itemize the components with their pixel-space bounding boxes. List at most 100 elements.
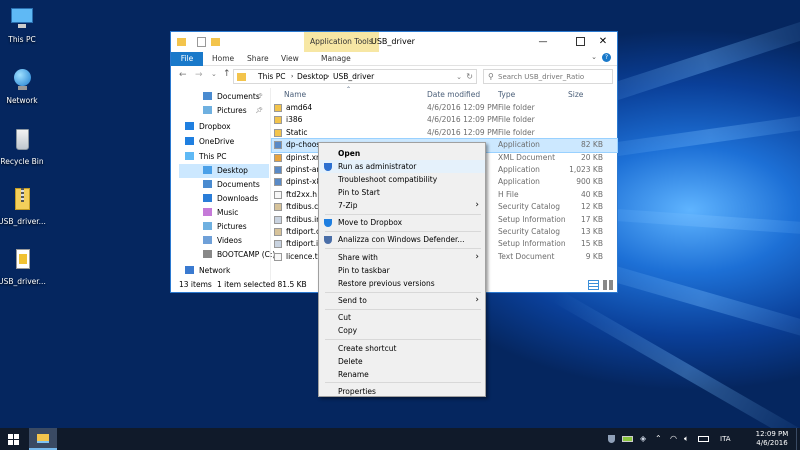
context-menu[interactable]: Open Run as administrator Troubleshoot com…	[318, 142, 486, 397]
desktop-icon-this-pc[interactable]: This PC	[0, 6, 50, 44]
menu-item[interactable]: Open	[319, 147, 485, 160]
menu-item[interactable]: Run as administrator	[319, 159, 485, 173]
desktop-icon-usb-driver-doc[interactable]: USB_driver...	[0, 248, 50, 286]
menu-item[interactable]: Pin to taskbar	[319, 264, 485, 277]
desktop-icon-network[interactable]: Network	[0, 67, 50, 105]
breadcrumb-usb-driver[interactable]: USB_driver	[333, 70, 374, 84]
nav-item[interactable]: Documents	[185, 178, 271, 192]
title-bar[interactable]: Application Tools USB_driver — ✕	[171, 32, 617, 52]
notifications-icon[interactable]	[796, 428, 800, 450]
wifi-icon[interactable]: ◠	[670, 428, 677, 450]
menu-item[interactable]: 7-Zip ›	[319, 199, 485, 212]
details-view-icon[interactable]	[588, 280, 599, 290]
battery-icon[interactable]	[622, 436, 633, 442]
chevron-down-icon[interactable]: ⌄	[591, 53, 597, 61]
menu-item[interactable]: Move to Dropbox	[319, 216, 485, 229]
chevron-up-icon[interactable]: ⌃	[655, 428, 662, 450]
nav-item[interactable]: Pictures 📌︎	[185, 104, 271, 118]
nav-item[interactable]: Desktop	[179, 164, 269, 178]
cell-type: Application	[498, 140, 540, 150]
tab-view[interactable]: View	[281, 52, 299, 66]
menu-item[interactable]: Properties	[319, 385, 485, 398]
file-row[interactable]: i386 4/6/2016 12:09 PM File folder	[272, 114, 617, 127]
windows-start-icon[interactable]	[8, 434, 19, 445]
maximize-button[interactable]	[576, 37, 585, 46]
clock[interactable]: 12:09 PM 4/6/2016	[752, 430, 792, 448]
breadcrumb-this-pc[interactable]: This PC	[258, 70, 285, 84]
help-icon[interactable]: ?	[602, 53, 611, 62]
column-size[interactable]: Size	[568, 88, 583, 101]
menu-item-label: Analizza con Windows Defender...	[338, 235, 465, 245]
tab-manage[interactable]: Manage	[321, 52, 351, 66]
menu-item[interactable]: Rename	[319, 368, 485, 381]
defender-tray-icon[interactable]	[608, 435, 615, 443]
address-dropdown-icon[interactable]: ⌄	[456, 70, 462, 84]
minimize-button[interactable]: —	[533, 32, 553, 52]
menu-item[interactable]: Restore previous versions	[319, 277, 485, 290]
tab-home[interactable]: Home	[212, 52, 234, 66]
file-icon	[274, 203, 282, 212]
column-type[interactable]: Type	[498, 88, 515, 101]
back-arrow-icon[interactable]: ←	[179, 70, 187, 80]
keyboard-icon[interactable]	[698, 436, 709, 442]
taskbar-explorer-button[interactable]	[29, 428, 57, 450]
menu-item[interactable]: Send to ›	[319, 294, 485, 307]
nav-item[interactable]: Pictures	[185, 220, 271, 234]
search-box[interactable]: ⚲ Search USB_driver_Ratio	[483, 69, 613, 84]
menu-item[interactable]: Analizza con Windows Defender...	[319, 233, 485, 246]
breadcrumb-desktop[interactable]: Desktop	[297, 70, 328, 84]
nav-item[interactable]: Documents 📌︎	[185, 90, 271, 104]
desktop-icon-usb-driver-zip[interactable]: USB_driver...	[0, 188, 50, 226]
nav-item[interactable]: Videos	[185, 234, 271, 248]
menu-item[interactable]: Cut	[319, 311, 485, 324]
file-icon	[274, 215, 282, 224]
navigation-bar: ← → ⌄ ↑ This PC › Desktop › USB_driver ⌄…	[171, 66, 617, 88]
file-icon	[274, 178, 282, 187]
column-name[interactable]: Name	[284, 88, 306, 101]
column-date[interactable]: Date modified	[427, 88, 480, 101]
language-indicator[interactable]: ITA	[720, 428, 731, 450]
menu-item[interactable]: Delete	[319, 355, 485, 368]
nav-item[interactable]: OneDrive	[185, 135, 271, 149]
forward-arrow-icon[interactable]: →	[195, 70, 203, 80]
menu-item[interactable]: Share with ›	[319, 251, 485, 264]
tab-share[interactable]: Share	[247, 52, 269, 66]
cell-type: Security Catalog	[498, 227, 560, 236]
new-folder-icon[interactable]	[211, 38, 220, 46]
refresh-icon[interactable]: ↻	[466, 70, 473, 84]
pin-icon[interactable]: 📌︎	[255, 90, 263, 104]
nav-item[interactable]: Music	[185, 206, 271, 220]
pin-icon[interactable]: 📌︎	[255, 104, 263, 118]
properties-icon[interactable]	[197, 37, 206, 47]
recycle-bin-icon	[8, 128, 36, 154]
clock-time: 12:09 PM	[755, 430, 789, 438]
up-arrow-icon[interactable]: ↑	[223, 69, 231, 79]
recent-dropdown-icon[interactable]: ⌄	[211, 70, 217, 78]
volume-icon[interactable]: 🔈︎	[684, 428, 689, 450]
menu-item-label: 7-Zip	[338, 200, 358, 210]
close-button[interactable]: ✕	[595, 32, 611, 52]
cell-name: Static	[286, 127, 308, 137]
large-icons-view-icon[interactable]	[603, 280, 613, 290]
file-row[interactable]: Static 4/6/2016 12:09 PM File folder	[272, 127, 617, 140]
menu-item[interactable]: Troubleshoot compatibility	[319, 173, 485, 186]
context-tab-label[interactable]: Application Tools	[304, 32, 379, 52]
nav-item[interactable]: Network	[185, 264, 271, 278]
window-title: USB_driver	[371, 37, 415, 46]
menu-item[interactable]: Pin to Start	[319, 186, 485, 199]
navigation-pane[interactable]: Documents 📌︎ Pictures 📌︎ Dropbox OneDrive This…	[171, 88, 275, 280]
nav-item[interactable]: This PC	[185, 150, 271, 164]
file-row[interactable]: amd64 4/6/2016 12:09 PM File folder	[272, 102, 617, 115]
nav-item[interactable]: BOOTCAMP (C:)	[185, 248, 275, 262]
menu-separator	[325, 230, 481, 232]
dropbox-tray-icon[interactable]: ◈	[640, 428, 646, 450]
address-bar[interactable]: This PC › Desktop › USB_driver ⌄ ↻	[233, 69, 477, 84]
desktop-icon-recycle-bin[interactable]: Recycle Bin	[0, 128, 50, 166]
nav-item[interactable]: Dropbox	[185, 120, 271, 134]
nav-item[interactable]: Downloads	[185, 192, 271, 206]
nav-item-icon	[203, 222, 212, 230]
search-placeholder: Search USB_driver_Ratio	[498, 73, 585, 81]
menu-item[interactable]: Copy	[319, 324, 485, 337]
menu-item[interactable]: Create shortcut	[319, 342, 485, 355]
tab-file[interactable]: File	[171, 52, 203, 66]
